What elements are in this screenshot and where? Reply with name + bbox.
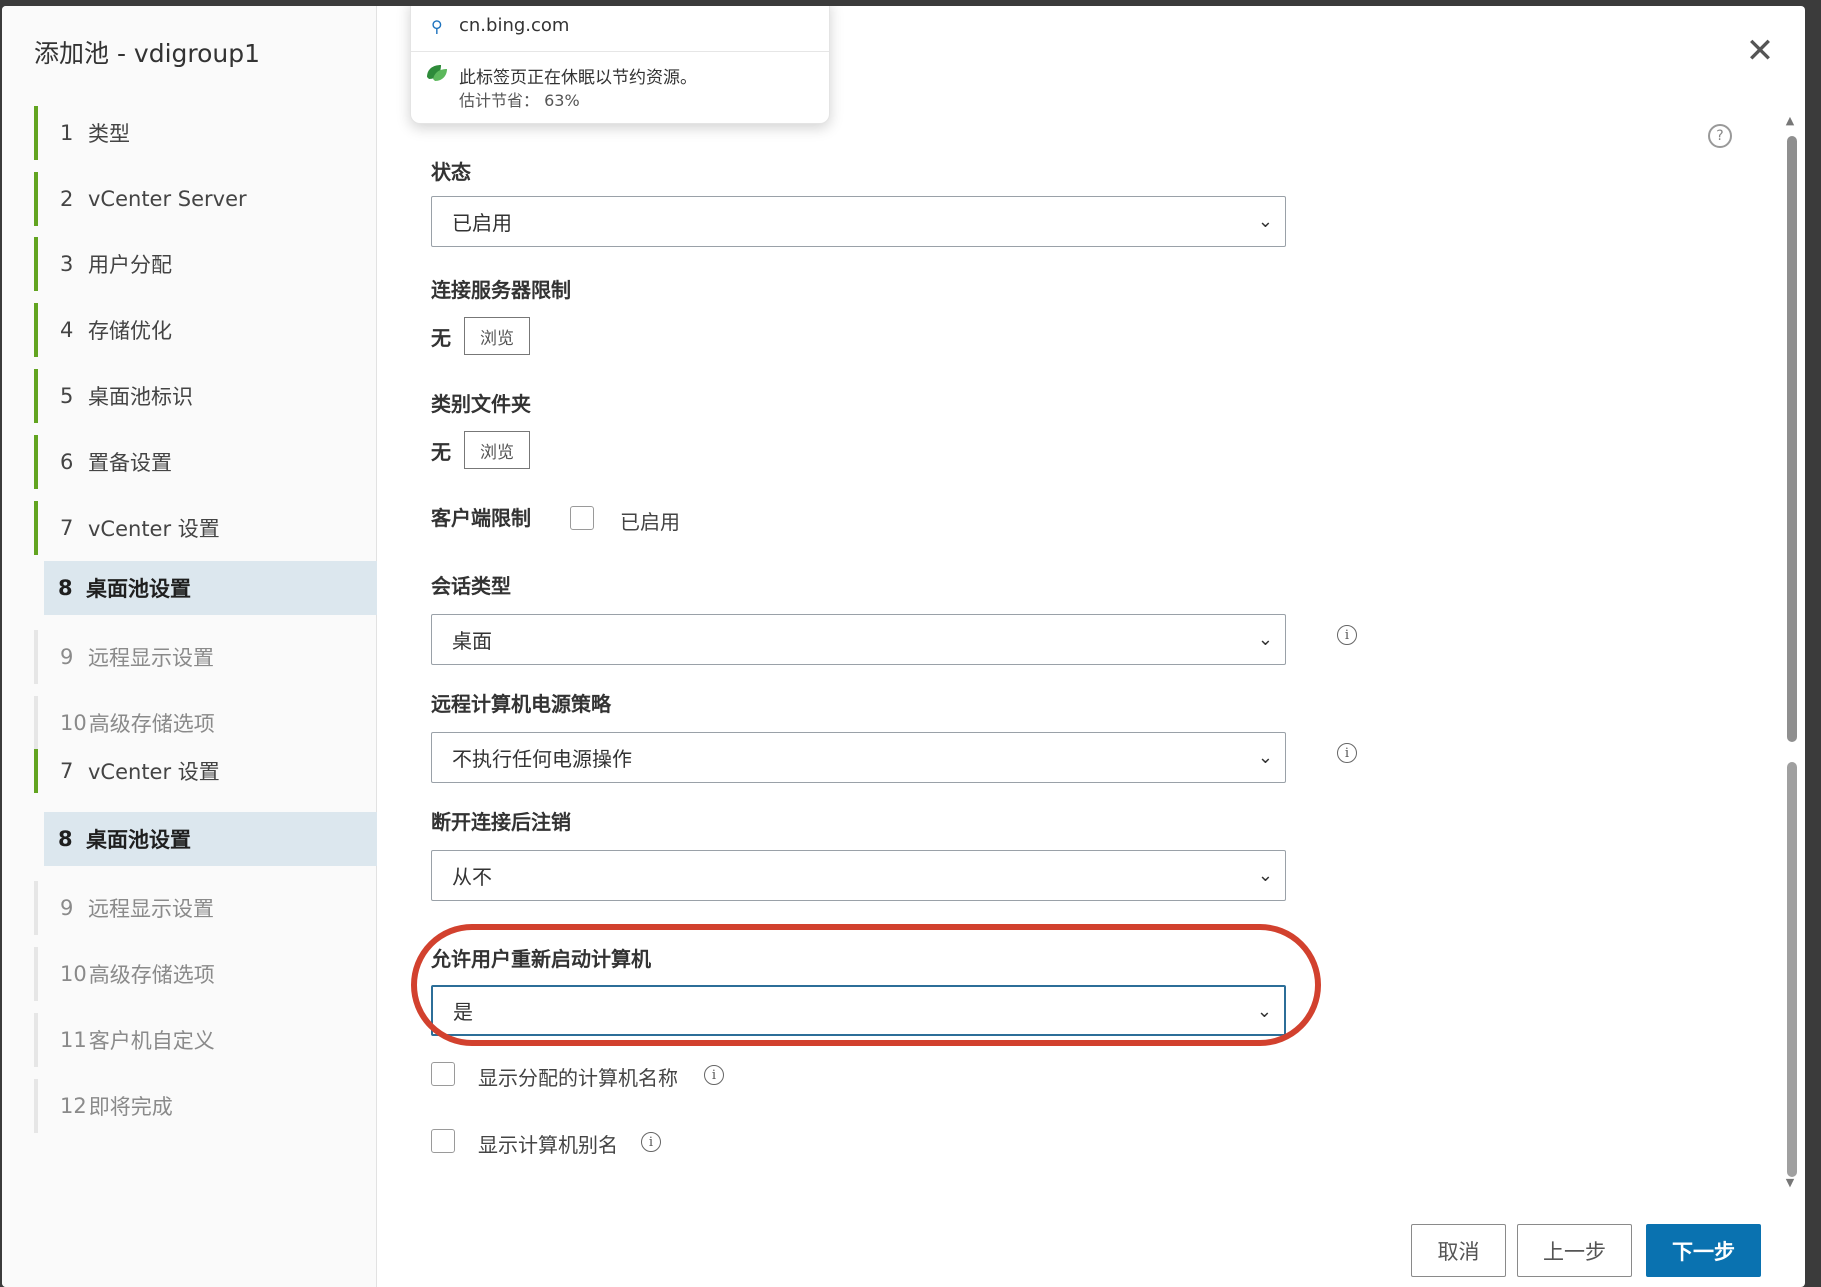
next-button[interactable]: 下一步 xyxy=(1646,1224,1761,1277)
scrollbar-thumb[interactable] xyxy=(1787,136,1797,742)
popup-message: 此标签页正在休眠以节约资源。 xyxy=(459,68,697,88)
step-guest-customization[interactable]: 11 客户机自定义 xyxy=(34,1013,377,1067)
state-select[interactable]: 已启用 ⌄ xyxy=(431,196,1286,247)
popup-url: cn.bing.com xyxy=(459,15,570,36)
show-assigned-name-info-icon[interactable]: i xyxy=(704,1065,724,1085)
step-vcenter-settings[interactable]: 7 vCenter 设置 xyxy=(34,501,377,555)
step-remote-display-dup[interactable]: 9 远程显示设置 xyxy=(34,881,377,935)
allow-restart-select[interactable]: 是 ⌄ xyxy=(431,985,1286,1036)
category-folder-browse-button[interactable]: 浏览 xyxy=(464,431,530,469)
client-restriction-label: 客户端限制 xyxy=(431,506,531,530)
help-icon[interactable]: ? xyxy=(1708,124,1732,148)
sleeping-tab-popup: ⚲ cn.bing.com 此标签页正在休眠以节约资源。 估计节省： 63% xyxy=(410,6,830,124)
power-policy-select[interactable]: 不执行任何电源操作 ⌄ xyxy=(431,732,1286,783)
power-policy-label: 远程计算机电源策略 xyxy=(431,692,611,716)
step-storage-optimization[interactable]: 4 存储优化 xyxy=(34,303,377,357)
popup-divider xyxy=(411,51,829,52)
session-type-label: 会话类型 xyxy=(431,574,511,598)
step-user-assignment[interactable]: 3 用户分配 xyxy=(34,237,377,291)
show-assigned-name-checkbox[interactable] xyxy=(431,1062,455,1086)
back-button[interactable]: 上一步 xyxy=(1517,1224,1632,1277)
step-pool-settings-current[interactable]: 8 桌面池设置 xyxy=(44,561,377,615)
category-folder-label: 类别文件夹 xyxy=(431,392,531,416)
show-alias-info-icon[interactable]: i xyxy=(641,1132,661,1152)
chevron-down-icon: ⌄ xyxy=(1257,747,1273,768)
connection-server-browse-button[interactable]: 浏览 xyxy=(464,317,530,355)
category-folder-value: 无 xyxy=(431,440,451,464)
connection-server-value: 无 xyxy=(431,326,451,350)
connection-server-label: 连接服务器限制 xyxy=(431,278,571,302)
session-type-info-icon[interactable]: i xyxy=(1337,625,1357,645)
session-type-select[interactable]: 桌面 ⌄ xyxy=(431,614,1286,665)
allow-restart-label: 允许用户重新启动计算机 xyxy=(431,947,651,971)
scrollbar-thumb-lower[interactable] xyxy=(1787,762,1797,1177)
show-assigned-name-label: 显示分配的计算机名称 xyxy=(478,1066,678,1090)
logoff-label: 断开连接后注销 xyxy=(431,810,571,834)
step-ready-to-complete[interactable]: 12 即将完成 xyxy=(34,1079,377,1133)
state-label: 状态 xyxy=(431,160,471,184)
leaf-icon xyxy=(427,65,447,81)
show-alias-checkbox[interactable] xyxy=(431,1129,455,1153)
close-icon[interactable]: ✕ xyxy=(1743,34,1777,68)
client-restriction-checkbox[interactable] xyxy=(570,506,594,530)
popup-saving: 估计节省： 63% xyxy=(459,91,580,110)
step-pool-settings-dup[interactable]: 8 桌面池设置 xyxy=(44,812,377,866)
chevron-down-icon: ⌄ xyxy=(1257,629,1273,650)
step-pool-identification[interactable]: 5 桌面池标识 xyxy=(34,369,377,423)
client-restriction-checkbox-label: 已启用 xyxy=(620,510,680,534)
scroll-up-icon[interactable]: ▲ xyxy=(1783,114,1797,127)
step-type[interactable]: 1 类型 xyxy=(34,106,377,160)
scroll-down-icon[interactable]: ▼ xyxy=(1783,1176,1797,1189)
show-alias-label: 显示计算机别名 xyxy=(478,1133,618,1157)
dialog-title: 添加池 - vdigroup1 xyxy=(34,39,261,68)
step-advanced-storage[interactable]: 10 高级存储选项 xyxy=(34,696,377,750)
power-policy-info-icon[interactable]: i xyxy=(1337,743,1357,763)
step-vcenter-server[interactable]: 2 vCenter Server xyxy=(34,172,377,226)
chevron-down-icon: ⌄ xyxy=(1257,211,1273,232)
step-vcenter-settings-dup[interactable]: 7 vCenter 设置 xyxy=(34,749,377,793)
add-pool-dialog: 添加池 - vdigroup1 1 类型 2 vCenter Server 3 用户分… xyxy=(2,6,1805,1287)
cancel-button[interactable]: 取消 xyxy=(1411,1224,1506,1277)
step-advanced-storage-dup[interactable]: 10 高级存储选项 xyxy=(34,947,377,1001)
step-provisioning-settings[interactable]: 6 置备设置 xyxy=(34,435,377,489)
chevron-down-icon: ⌄ xyxy=(1256,1001,1272,1022)
step-remote-display[interactable]: 9 远程显示设置 xyxy=(34,630,377,684)
logoff-select[interactable]: 从不 ⌄ xyxy=(431,850,1286,901)
search-icon: ⚲ xyxy=(431,17,443,36)
wizard-sidebar: 添加池 - vdigroup1 1 类型 2 vCenter Server 3 用户分… xyxy=(2,6,377,1287)
chevron-down-icon: ⌄ xyxy=(1257,865,1273,886)
